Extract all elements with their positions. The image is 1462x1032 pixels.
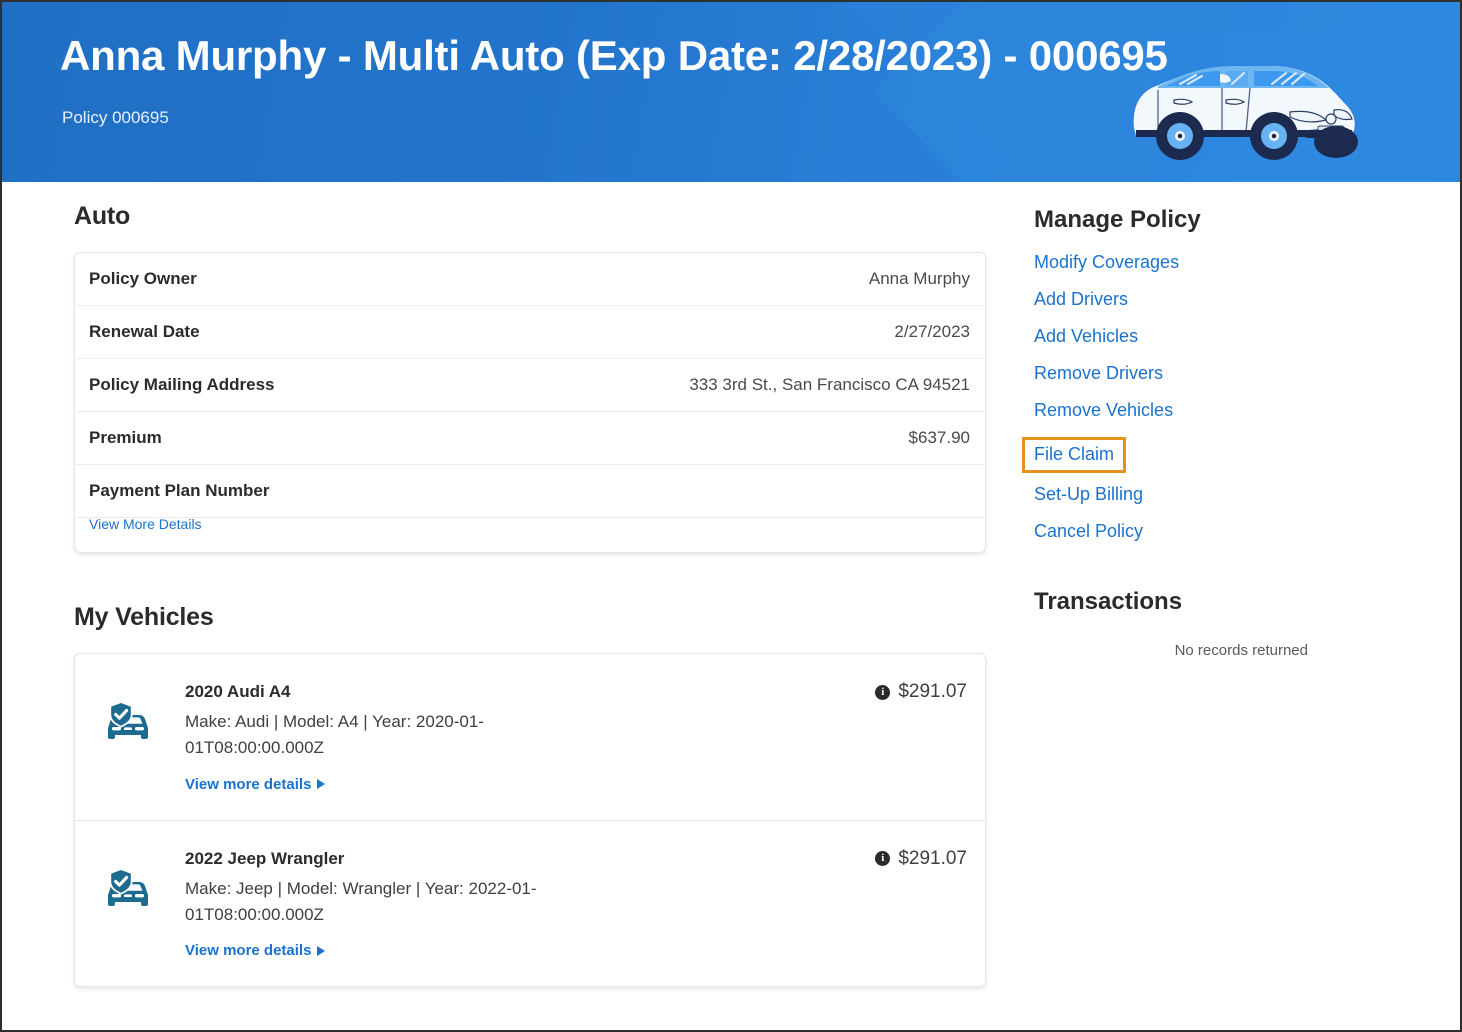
vehicle-price-wrap: i $291.07 (875, 681, 967, 703)
info-icon[interactable]: i (875, 851, 891, 867)
policy-number-subtitle: Policy 000695 (62, 108, 169, 127)
vehicle-view-more-details-link[interactable]: View more details (185, 942, 326, 960)
vehicle-info: 2020 Audi A4 Make: Audi | Model: A4 | Ye… (159, 682, 859, 794)
vehicle-list-item[interactable]: 2022 Jeep Wrangler Make: Jeep | Model: W… (75, 821, 985, 987)
page-content: Auto Policy Owner Anna Murphy Renewal Da… (2, 182, 1460, 1030)
car-shield-icon (108, 701, 148, 739)
manage-policy-item-file-claim[interactable]: File Claim (1022, 437, 1127, 473)
manage-policy-item-set-up-billing[interactable]: Set-Up Billing (1034, 484, 1143, 505)
detail-label: Policy Mailing Address (89, 375, 275, 394)
vehicle-view-more-details-label: View more details (185, 942, 312, 960)
info-icon[interactable]: i (875, 684, 891, 700)
vehicle-name: 2022 Jeep Wrangler (185, 848, 345, 868)
manage-policy-item-cancel-policy[interactable]: Cancel Policy (1034, 521, 1143, 542)
vehicle-meta: Make: Audi | Model: A4 | Year: 2020-01-0… (185, 712, 484, 758)
left-column: Auto Policy Owner Anna Murphy Renewal Da… (74, 202, 986, 988)
vehicle-view-more-details-link[interactable]: View more details (185, 775, 326, 793)
policy-details-card: Policy Owner Anna Murphy Renewal Date 2/… (74, 252, 986, 553)
policy-detail-page: Anna Murphy - Multi Auto (Exp Date: 2/28… (0, 0, 1462, 1032)
car-shield-icon (108, 867, 148, 906)
auto-section-title: Auto (74, 202, 131, 230)
vehicle-icon-wrap (97, 682, 159, 750)
transactions-title: Transactions (1034, 588, 1183, 615)
vehicle-price: $291.07 (898, 681, 967, 702)
detail-row-policy-mailing-address: Policy Mailing Address 333 3rd St., San … (75, 359, 985, 412)
vehicles-section-title: My Vehicles (74, 603, 214, 631)
detail-label: Premium (89, 428, 162, 447)
chevron-right-icon (317, 779, 326, 790)
detail-row-policy-owner: Policy Owner Anna Murphy (75, 253, 985, 306)
transactions-empty-message: No records returned (1174, 642, 1308, 659)
detail-value: 333 3rd St., San Francisco CA 94521 (689, 375, 970, 394)
detail-label: Renewal Date (89, 322, 200, 341)
detail-value: Anna Murphy (868, 269, 970, 288)
manage-policy-list: Modify Coverages Add Drivers Add Vehicle… (1022, 252, 1364, 542)
manage-policy-title: Manage Policy (1034, 206, 1201, 233)
vehicle-name: 2020 Audi A4 (185, 682, 291, 701)
vehicle-view-more-details-label: View more details (185, 775, 312, 793)
vehicles-card: 2020 Audi A4 Make: Audi | Model: A4 | Ye… (74, 653, 986, 988)
vehicle-list-item[interactable]: 2020 Audi A4 Make: Audi | Model: A4 | Ye… (75, 654, 985, 821)
detail-row-premium: Premium $637.90 (75, 412, 985, 465)
card-footer: View More Details (75, 516, 985, 552)
vehicle-info: 2022 Jeep Wrangler Make: Jeep | Model: W… (159, 849, 859, 961)
page-title: Anna Murphy - Multi Auto (Exp Date: 2/28… (60, 32, 1168, 79)
detail-label: Payment Plan Number (89, 481, 270, 500)
detail-row-renewal-date: Renewal Date 2/27/2023 (75, 306, 985, 359)
chevron-right-icon (317, 945, 326, 956)
manage-policy-item-modify-coverages[interactable]: Modify Coverages (1034, 252, 1179, 273)
manage-policy-item-remove-vehicles[interactable]: Remove Vehicles (1034, 400, 1173, 421)
vehicle-icon-wrap (97, 849, 159, 917)
view-more-details-link[interactable]: View More Details (89, 516, 202, 532)
vehicle-price-wrap: i $291.07 (875, 848, 967, 870)
page-header-banner: Anna Murphy - Multi Auto (Exp Date: 2/28… (2, 2, 1460, 182)
detail-row-payment-plan-number: Payment Plan Number (75, 465, 985, 518)
transactions-section: Transactions No records returned (1034, 588, 1364, 659)
manage-policy-item-add-vehicles[interactable]: Add Vehicles (1034, 326, 1138, 347)
detail-value: $637.90 (908, 428, 970, 447)
detail-value: 2/27/2023 (894, 322, 970, 341)
right-column: Manage Policy Modify Coverages Add Drive… (1022, 206, 1364, 659)
vehicle-meta: Make: Jeep | Model: Wrangler | Year: 202… (185, 878, 537, 925)
vehicle-price: $291.07 (898, 847, 967, 869)
manage-policy-item-add-drivers[interactable]: Add Drivers (1034, 289, 1128, 310)
manage-policy-item-remove-drivers[interactable]: Remove Drivers (1034, 363, 1163, 384)
detail-label: Policy Owner (89, 269, 197, 288)
